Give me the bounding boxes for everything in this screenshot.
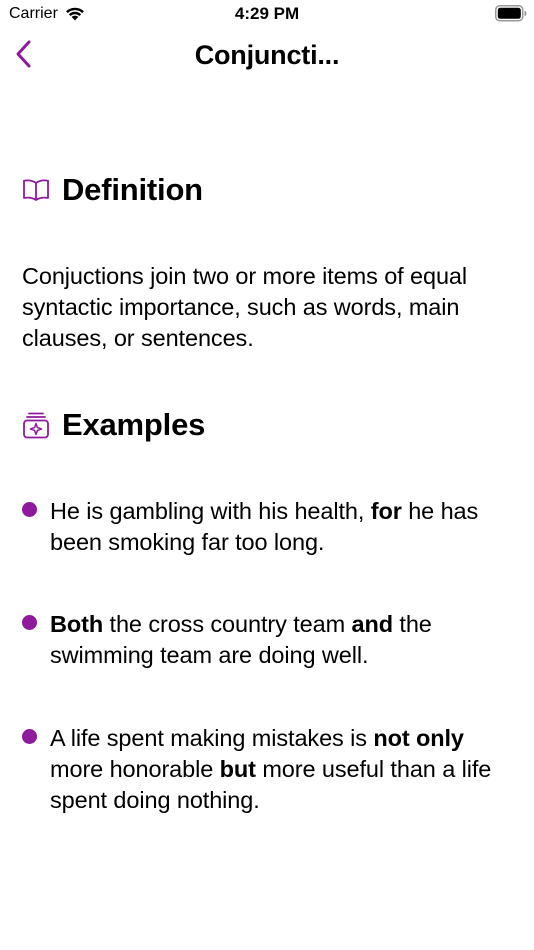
- bullet-icon: [22, 615, 37, 630]
- bullet-icon: [22, 729, 37, 744]
- example-item-2: Both the cross country team and the swim…: [22, 609, 517, 671]
- example-text-segment: more honorable: [50, 756, 220, 782]
- example-item-3: A life spent making mistakes is not only…: [22, 723, 517, 816]
- definition-text: Conjuctions join two or more items of eq…: [22, 263, 468, 351]
- definition-title: Definition: [62, 172, 203, 207]
- example-text: Both the cross country team and the swim…: [50, 609, 517, 671]
- book-icon: [22, 176, 50, 204]
- example-text: A life spent making mistakes is not only…: [50, 723, 517, 816]
- example-bold-word: and: [351, 611, 393, 637]
- status-bar: Carrier 4:29 PM: [0, 0, 534, 30]
- example-text-segment: A life spent making mistakes is: [50, 725, 374, 751]
- example-bold-word: not only: [373, 725, 464, 751]
- example-text-segment: the cross country team: [103, 611, 352, 637]
- example-item-1: He is gambling with his health, for he h…: [22, 496, 517, 558]
- battery-icon: [495, 5, 527, 22]
- status-time: 4:29 PM: [234, 4, 300, 23]
- bullet-icon: [22, 502, 37, 517]
- navigation-bar: Conjuncti...: [0, 30, 534, 80]
- example-bold-word: but: [219, 756, 256, 782]
- page-title: Conjuncti...: [194, 40, 340, 70]
- sparkle-box-icon: [22, 411, 50, 439]
- example-bold-word: Both: [50, 611, 104, 637]
- definition-header: Definition: [22, 170, 203, 210]
- examples-title: Examples: [62, 407, 206, 442]
- example-text-segment: He is gambling with his health,: [50, 498, 371, 524]
- examples-header: Examples: [22, 405, 205, 445]
- example-text: He is gambling with his health, for he h…: [50, 496, 517, 558]
- example-bold-word: for: [370, 498, 402, 524]
